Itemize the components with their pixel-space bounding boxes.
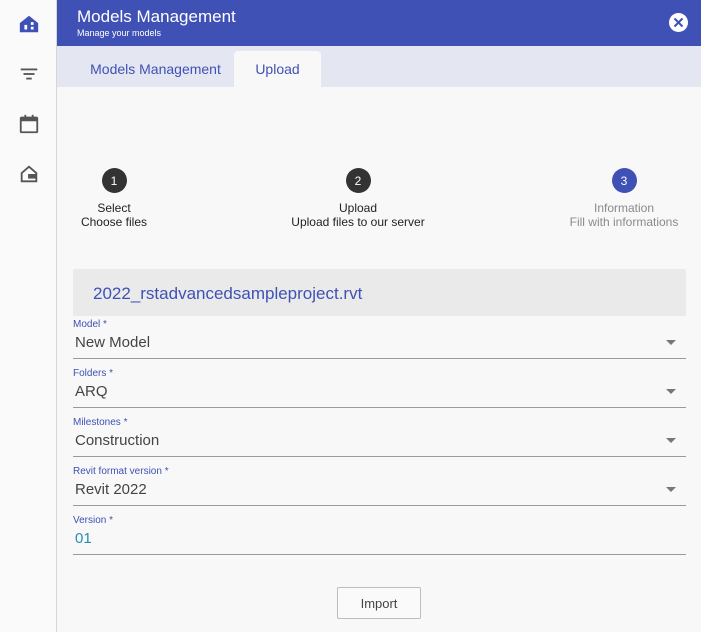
step-number-badge: 1 <box>101 168 127 193</box>
file-name: 2022_rstadvancedsampleproject.rvt <box>93 284 363 303</box>
filter-icon[interactable] <box>16 61 42 87</box>
revit-format-select[interactable]: Revit format version * Revit 2022 <box>73 466 686 506</box>
field-value: Revit 2022 <box>75 481 147 498</box>
tab-bar: Models Management Upload <box>57 46 701 87</box>
dropdown-arrow-icon <box>666 389 676 394</box>
field-label: Milestones * <box>73 417 128 428</box>
panel-subtitle: Manage your models <box>77 28 162 38</box>
field-value: ARQ <box>75 383 108 400</box>
step-upload: 2 Upload Upload files to our server <box>273 168 443 229</box>
home-icon[interactable] <box>16 11 42 37</box>
step-label: Information <box>593 201 655 215</box>
field-label: Version * <box>73 515 114 526</box>
left-rail <box>0 0 57 632</box>
field-label: Revit format version * <box>73 466 169 477</box>
version-input[interactable]: Version * 01 <box>73 515 686 555</box>
field-label: Model * <box>73 319 107 330</box>
step-number-badge: 2 <box>345 168 371 193</box>
step-number-badge: 3 <box>611 168 637 193</box>
model-select[interactable]: Model * New Model <box>73 319 686 359</box>
step-select: 1 Select Choose files <box>29 168 199 229</box>
field-value: Construction <box>75 432 160 449</box>
folders-select[interactable]: Folders * ARQ <box>73 368 686 408</box>
field-label: Folders * <box>73 368 114 379</box>
step-description: Upload files to our server <box>291 215 425 229</box>
models-panel: Models Management Manage your models Mod… <box>57 0 701 632</box>
field-value: 01 <box>75 530 92 547</box>
milestones-select[interactable]: Milestones * Construction <box>73 417 686 457</box>
step-information: 3 Information Fill with informations <box>539 168 701 229</box>
dropdown-arrow-icon <box>666 340 676 345</box>
step-label: Select <box>97 201 131 215</box>
calendar-icon[interactable] <box>16 111 42 137</box>
field-value: New Model <box>75 334 151 351</box>
selected-file-box: 2022_rstadvancedsampleproject.rvt <box>73 269 686 316</box>
close-icon[interactable] <box>669 13 688 32</box>
dropdown-arrow-icon <box>666 438 676 443</box>
step-description: Fill with informations <box>569 215 679 229</box>
step-label: Upload <box>338 201 378 215</box>
panel-title: Models Management <box>77 7 236 26</box>
panel-header: Models Management Manage your models <box>57 0 701 46</box>
app-window: Models Management Manage your models Mod… <box>0 0 701 632</box>
tab-models-management[interactable]: Models Management <box>77 51 234 87</box>
tab-upload[interactable]: Upload <box>234 51 321 87</box>
import-button[interactable]: Import <box>337 587 421 619</box>
dropdown-arrow-icon <box>666 487 676 492</box>
step-description: Choose files <box>80 215 148 229</box>
